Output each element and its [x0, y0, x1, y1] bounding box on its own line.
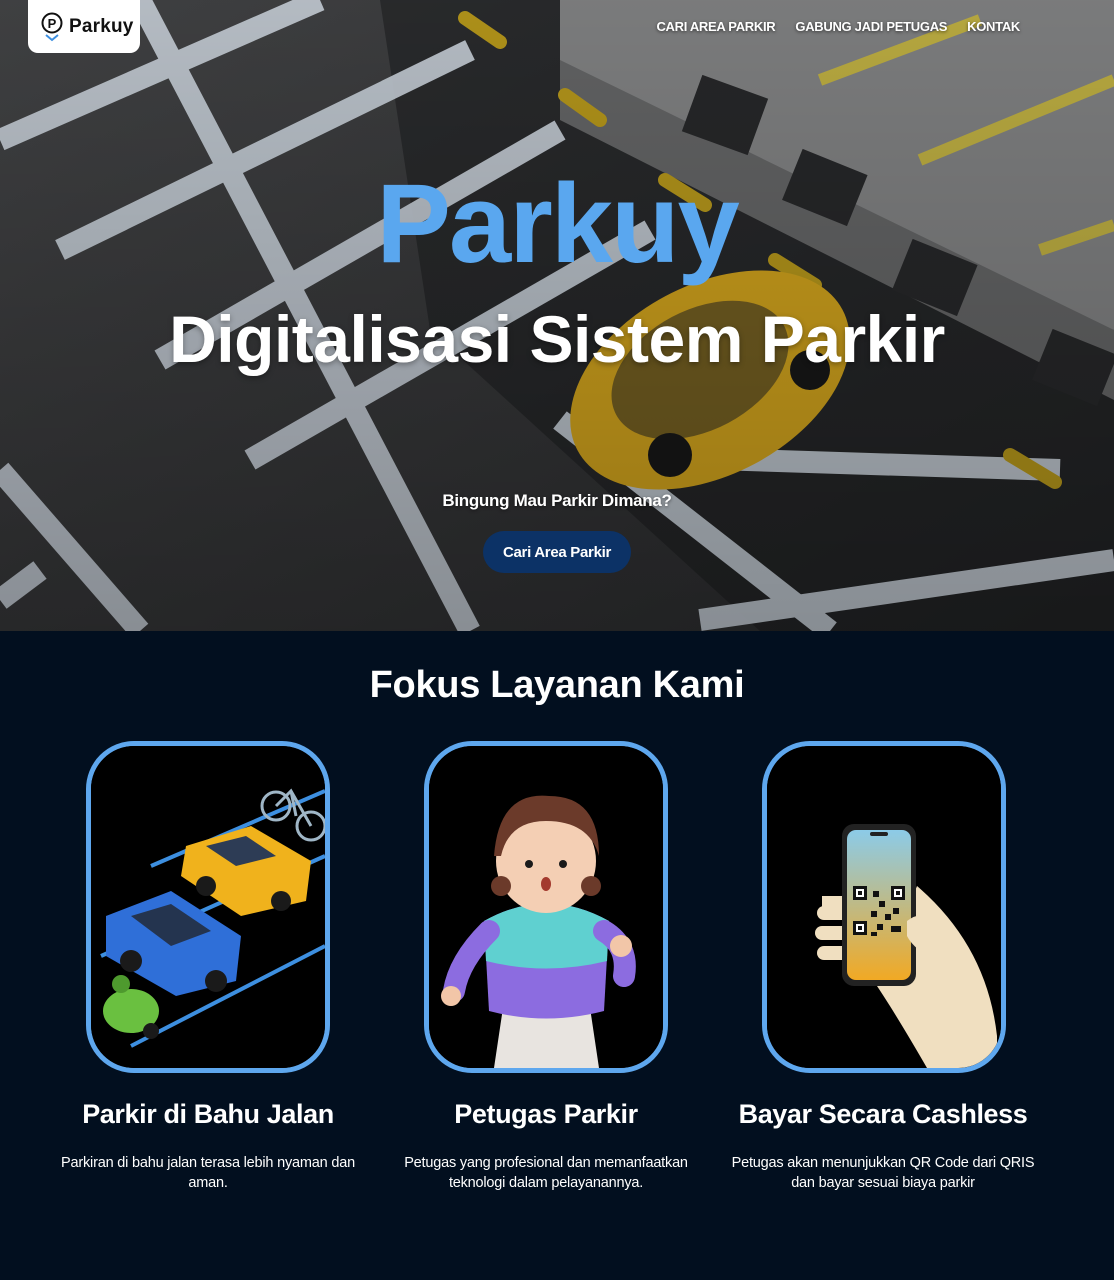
card-desc-bayar-cashless: Petugas akan menunjukkan QR Code dari QR…: [731, 1155, 1035, 1191]
hero-section: P Parkuy CARI AREA PARKIR GABUNG JADI PE…: [0, 0, 1114, 631]
qr-phone-illustration: [767, 746, 1001, 1068]
nav-link-gabung-jadi-petugas[interactable]: GABUNG JADI PETUGAS: [795, 19, 947, 34]
nav-link-kontak[interactable]: KONTAK: [967, 19, 1020, 34]
brand-name: Parkuy: [69, 15, 134, 37]
parking-pin-icon: P: [41, 12, 63, 41]
cashless-illustration-frame: [762, 741, 1006, 1073]
cari-area-parkir-button[interactable]: Cari Area Parkir: [483, 531, 631, 573]
parked-vehicles-illustration: [91, 746, 325, 1068]
card-title-parkir-bahu-jalan: Parkir di Bahu Jalan: [82, 1099, 334, 1129]
brand-logo[interactable]: P Parkuy: [28, 0, 140, 53]
services-heading: Fokus Layanan Kami: [369, 664, 745, 706]
card-title-bayar-cashless: Bayar Secara Cashless: [738, 1099, 1028, 1129]
main-nav: CARI AREA PARKIR GABUNG JADI PETUGAS KON…: [656, 19, 1020, 34]
officer-illustration-frame: [424, 741, 668, 1073]
hero-title: Parkuy: [376, 161, 740, 286]
svg-text:P: P: [48, 16, 57, 31]
parking-officer-illustration: [429, 746, 663, 1068]
card-title-petugas-parkir: Petugas Parkir: [454, 1099, 638, 1129]
card-desc-parkir-bahu-jalan: Parkiran di bahu jalan terasa lebih nyam…: [61, 1155, 355, 1191]
hero-subtitle: Digitalisasi Sistem Parkir: [169, 302, 945, 376]
card-desc-petugas-parkir: Petugas yang profesional dan memanfaatka…: [404, 1155, 688, 1191]
parking-illustration-frame: [86, 741, 330, 1073]
hero-question: Bingung Mau Parkir Dimana?: [442, 491, 672, 510]
services-section: Fokus Layanan Kami Parkir di Bahu Jalan …: [0, 631, 1114, 1280]
nav-link-cari-area-parkir[interactable]: CARI AREA PARKIR: [656, 19, 775, 34]
